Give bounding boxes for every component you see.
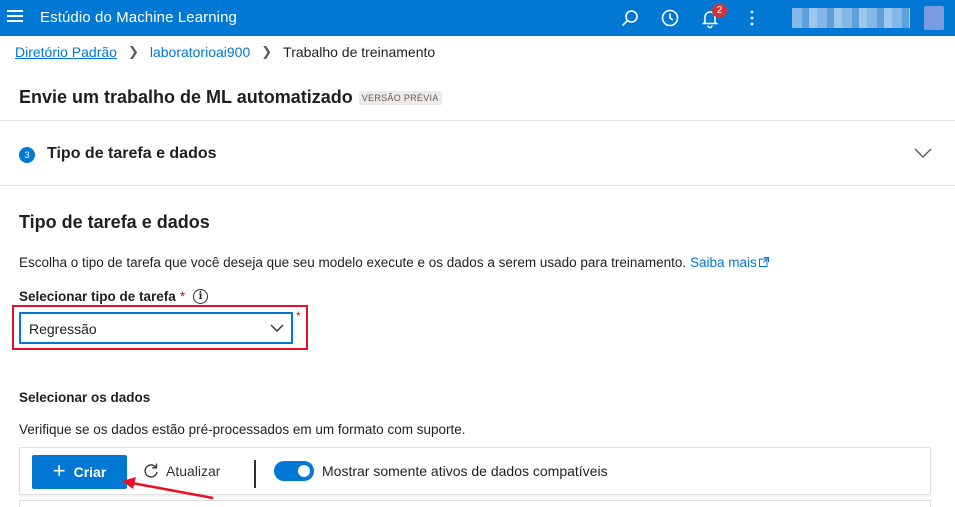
- plus-icon: +: [52, 458, 66, 483]
- history-icon[interactable]: [658, 6, 682, 30]
- chevron-right-icon: ❯: [261, 44, 273, 59]
- step-title: Tipo de tarefa e dados: [47, 145, 217, 162]
- create-button-label: Criar: [73, 464, 107, 480]
- breadcrumb: Diretório Padrão ❯ laboratorioai900 ❯ Tr…: [15, 44, 435, 60]
- data-section-description: Verifique se os dados estão pré-processa…: [19, 422, 466, 437]
- step-header[interactable]: 3 Tipo de tarefa e dados: [0, 121, 955, 185]
- page-title: Envie um trabalho de ML automatizado VER…: [19, 87, 442, 108]
- breadcrumb-link-directory[interactable]: Diretório Padrão: [15, 44, 117, 60]
- app-title[interactable]: Estúdio do Machine Learning: [40, 9, 237, 26]
- required-marker: *: [296, 309, 301, 323]
- breadcrumb-link-workspace[interactable]: laboratorioai900: [150, 44, 250, 60]
- step-number: 3: [19, 147, 35, 163]
- chevron-right-icon: ❯: [127, 44, 139, 59]
- learn-more-link[interactable]: Saiba mais: [690, 255, 769, 270]
- learn-more-label: Saiba mais: [689, 255, 757, 270]
- top-bar: Estúdio do Machine Learning 2: [0, 0, 955, 36]
- avatar[interactable]: [924, 6, 944, 30]
- required-marker: *: [179, 289, 186, 304]
- create-button[interactable]: + Criar: [32, 455, 127, 489]
- chevron-down-icon: [270, 324, 284, 332]
- page-title-text: Envie um trabalho de ML automatizado: [19, 87, 353, 107]
- chevron-down-icon[interactable]: [914, 146, 932, 160]
- divider: [0, 185, 955, 186]
- info-icon[interactable]: i: [193, 289, 209, 304]
- task-type-label-text: Selecionar tipo de tarefa: [19, 289, 176, 304]
- toggle-label: Mostrar somente ativos de dados compatív…: [322, 463, 608, 479]
- external-link-icon: [758, 257, 769, 267]
- task-type-value: Regressão: [29, 321, 97, 337]
- toolbar-divider: [254, 460, 256, 488]
- task-type-label: Selecionar tipo de tarefa * i: [19, 289, 209, 304]
- search-icon[interactable]: [618, 6, 642, 30]
- preview-badge: VERSÃO PRÉVIA: [358, 90, 442, 105]
- section-description-text: Escolha o tipo de tarefa que você deseja…: [19, 255, 687, 270]
- account-info[interactable]: [792, 8, 910, 28]
- data-section-title: Selecionar os dados: [19, 390, 151, 405]
- section-description: Escolha o tipo de tarefa que você deseja…: [19, 255, 769, 270]
- task-type-dropdown[interactable]: Regressão: [19, 312, 293, 344]
- notification-badge: 2: [712, 3, 727, 18]
- compatible-assets-toggle[interactable]: [274, 461, 314, 481]
- more-icon[interactable]: [740, 6, 764, 30]
- section-title: Tipo de tarefa e dados: [19, 212, 210, 232]
- annotation-arrow: [122, 477, 214, 500]
- toggle-knob: [298, 465, 310, 477]
- menu-icon[interactable]: [7, 10, 23, 24]
- breadcrumb-current: Trabalho de treinamento: [283, 44, 436, 60]
